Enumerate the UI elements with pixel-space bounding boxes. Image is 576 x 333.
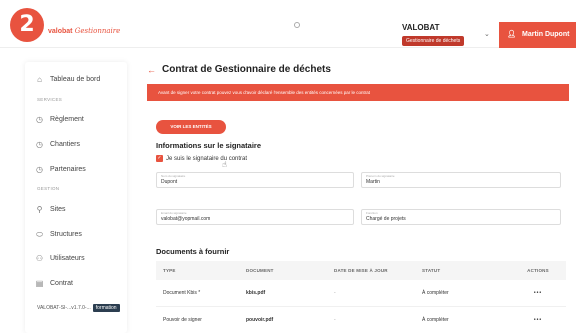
logo-brand: valobat [48, 28, 73, 35]
cell-document[interactable]: pouvoir.pdf [246, 317, 334, 323]
field-label: Email du signataire [161, 211, 187, 215]
users-icon: ⚇ [35, 254, 44, 263]
cursor-icon: ☝︎ [222, 160, 227, 169]
field-value: valobat@yopmail.com [161, 216, 211, 222]
documents-section-title: Documents à fournir [156, 247, 230, 256]
logo-product: Gestionnaire [74, 27, 121, 35]
back-arrow-icon[interactable]: ← [147, 65, 156, 75]
sidebar-item-utilisateurs[interactable]: ⚇ Utilisateurs [35, 254, 85, 263]
cell-status: À compléter [422, 290, 449, 296]
top-bar: valobat Gestionnaire VALOBAT Gestionnair… [0, 0, 576, 48]
signatory-checkbox-label: Je suis le signataire du contrat [166, 155, 248, 162]
sidebar-item-chantiers[interactable]: ◷ Chantiers [35, 140, 80, 149]
column-header-document[interactable]: DOCUMENT [246, 268, 334, 273]
sidebar-item-reglement[interactable]: ◷ Règlement [35, 115, 84, 124]
app-version: VALOBAT-SI-...v1.7.0-... formation [37, 304, 120, 312]
sidebar-item-structures[interactable]: ⬭ Structures [35, 230, 82, 239]
sidebar-item-label: Utilisateurs [50, 255, 85, 262]
role-badge: Gestionnaire de déchets [402, 36, 465, 46]
more-actions-icon[interactable]: ••• [510, 317, 566, 323]
signatory-checkbox[interactable]: ✓ [156, 155, 163, 162]
column-header-actions: ACTIONS [527, 268, 549, 273]
version-text: VALOBAT-SI-...v1.7.0-... [37, 305, 91, 311]
section-label-gestion: GESTION [37, 186, 60, 191]
sidebar-item-label: Chantiers [50, 141, 80, 148]
sidebar-item-label: Tableau de bord [50, 76, 101, 83]
cell-status: À compléter [422, 317, 449, 323]
structure-icon: ⬭ [36, 230, 43, 239]
cell-date: - [334, 290, 336, 296]
column-header-type[interactable]: TYPE [156, 268, 246, 273]
user-icon: 👤︎ [507, 31, 516, 38]
company-name[interactable]: VALOBAT [402, 23, 439, 32]
sidebar-item-partenaires[interactable]: ◷ Partenaires [35, 165, 86, 174]
contract-card: VOIR LES ENTITÉS Informations sur le sig… [140, 106, 573, 333]
chevron-down-icon[interactable]: ⌄ [484, 30, 490, 38]
document-icon: ▤ [35, 279, 44, 288]
sidebar: ⌂ Tableau de bord SERVICES ◷ Règlement ◷ Ch… [25, 62, 127, 333]
home-icon: ⌂ [37, 75, 42, 84]
sidebar-item-sites[interactable]: ⚲ Sites [35, 205, 66, 214]
warning-alert: Avant de signer votre contrat pouvez vou… [147, 84, 569, 101]
signatory-section-title: Informations sur le signataire [156, 141, 262, 150]
field-label: Prénom du signataire [366, 174, 395, 178]
table-row[interactable]: Document Kbis * kbis.pdf - À compléter •… [156, 280, 566, 307]
field-label: Fonction [366, 211, 378, 215]
field-label: Nom du signataire [161, 174, 186, 178]
column-header-date[interactable]: DATE DE MISE À JOUR [334, 268, 422, 273]
sidebar-item-contrat[interactable]: ▤ Contrat [35, 279, 73, 288]
step-number-badge: 2 [10, 8, 44, 42]
sidebar-item-label: Partenaires [50, 166, 86, 173]
location-pin-icon: ⚲ [36, 205, 43, 214]
cell-type: Pouvoir de signer [163, 317, 202, 323]
clock-icon: ◷ [36, 115, 43, 124]
circle-icon [294, 22, 300, 28]
documents-table: TYPE DOCUMENT DATE DE MISE À JOUR STATUT… [156, 261, 566, 333]
signatory-checkbox-row[interactable]: ✓ Je suis le signataire du contrat [156, 155, 247, 162]
field-value: Dupont [161, 179, 178, 185]
environment-badge: formation [92, 304, 120, 312]
cell-document[interactable]: kbis.pdf [246, 290, 334, 296]
field-value: Martin [366, 179, 380, 185]
position-field[interactable]: Fonction Chargé de projets [361, 209, 561, 225]
user-menu-button[interactable]: 👤︎ Martin Dupont [499, 22, 576, 48]
sidebar-item-label: Sites [50, 206, 66, 213]
sidebar-item-dashboard[interactable]: ⌂ Tableau de bord [35, 75, 100, 84]
clock-icon: ◷ [36, 165, 43, 174]
cell-type: Document Kbis * [163, 290, 201, 296]
field-value: Chargé de projets [366, 216, 406, 222]
email-field[interactable]: Email du signataire valobat@yopmail.com [156, 209, 354, 225]
view-entities-button[interactable]: VOIR LES ENTITÉS [156, 120, 226, 134]
sidebar-item-label: Structures [50, 231, 82, 238]
cell-date: - [334, 317, 336, 323]
user-name: Martin Dupont [522, 31, 570, 38]
sidebar-item-label: Règlement [50, 116, 84, 123]
table-header: TYPE DOCUMENT DATE DE MISE À JOUR STATUT… [156, 261, 566, 280]
lastname-field[interactable]: Nom du signataire Dupont [156, 172, 354, 188]
firstname-field[interactable]: Prénom du signataire Martin [361, 172, 561, 188]
table-row[interactable]: Pouvoir de signer pouvoir.pdf - À complé… [156, 307, 566, 333]
app-logo[interactable]: valobat Gestionnaire [48, 27, 120, 35]
page-title: Contrat de Gestionnaire de déchets [162, 64, 331, 75]
clock-icon: ◷ [36, 140, 43, 149]
sidebar-item-label: Contrat [50, 280, 73, 287]
section-label-services: SERVICES [37, 97, 63, 102]
column-header-status[interactable]: STATUT [422, 268, 510, 273]
more-actions-icon[interactable]: ••• [510, 290, 566, 296]
